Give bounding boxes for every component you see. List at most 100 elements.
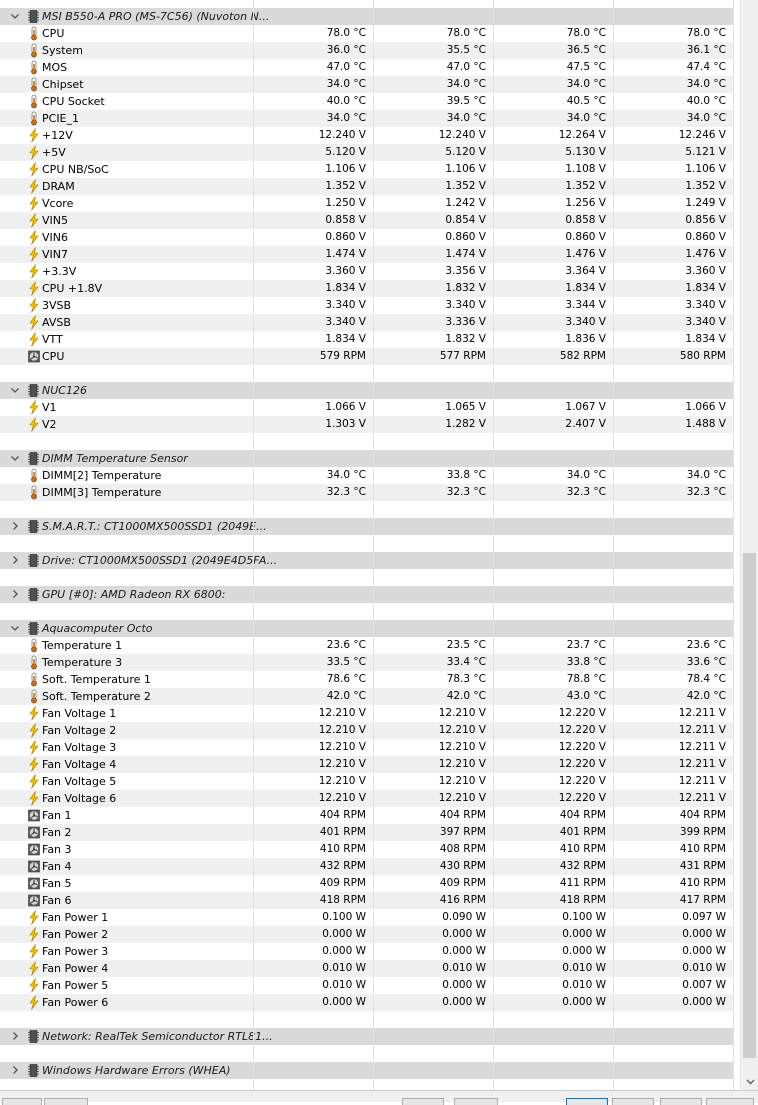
sensor-row[interactable]: 3VSB 3.340 V 3.340 V 3.344 V 3.340 V <box>0 297 734 314</box>
lightning-icon <box>28 910 40 925</box>
lightning-icon <box>28 332 40 347</box>
expand-chevron-icon[interactable] <box>9 1030 21 1042</box>
sensor-row[interactable]: Fan Voltage 3 12.210 V 12.210 V 12.220 V 12.… <box>0 739 734 756</box>
sensor-row[interactable]: PCIE_1 34.0 °C 34.0 °C 34.0 °C 34.0 °C <box>0 110 734 127</box>
sensor-current-value: 401 RPM <box>319 826 366 838</box>
thermometer-icon <box>28 672 40 687</box>
sensor-row[interactable]: CPU Socket 40.0 °C 39.5 °C 40.5 °C 40.0 °C <box>0 93 734 110</box>
sensor-row[interactable]: System 36.0 °C 35.5 °C 36.5 °C 36.1 °C <box>0 42 734 59</box>
sensor-max-value: 12.220 V <box>558 758 606 770</box>
column-divider <box>493 0 494 1090</box>
status-button[interactable] <box>402 1098 444 1105</box>
sensor-row[interactable]: VTT 1.834 V 1.832 V 1.836 V 1.834 V <box>0 331 734 348</box>
sensor-row[interactable]: Fan 2 401 RPM 397 RPM 401 RPM 399 RPM <box>0 824 734 841</box>
sensor-group-header[interactable]: Aquacomputer Octo <box>0 620 734 637</box>
sensor-tree[interactable]: MSI B550-A PRO (MS-7C56) (Nuvoton N... CP… <box>0 0 740 1090</box>
sensor-row[interactable]: +12V 12.240 V 12.240 V 12.264 V 12.246 V <box>0 127 734 144</box>
sensor-max-value: 0.000 W <box>562 996 606 1008</box>
sensor-max-value: 34.0 °C <box>566 469 606 481</box>
sensor-average-value: 78.0 °C <box>686 27 726 39</box>
sensor-group-header[interactable]: MSI B550-A PRO (MS-7C56) (Nuvoton N... <box>0 8 734 25</box>
sensor-row[interactable]: Fan 4 432 RPM 430 RPM 432 RPM 431 RPM <box>0 858 734 875</box>
sensor-row[interactable]: Chipset 34.0 °C 34.0 °C 34.0 °C 34.0 °C <box>0 76 734 93</box>
sensor-row[interactable]: Temperature 3 33.5 °C 33.4 °C 33.8 °C 33.6 °… <box>0 654 734 671</box>
sensor-row[interactable]: Fan Power 5 0.010 W 0.000 W 0.010 W 0.007 W <box>0 977 734 994</box>
sensor-row[interactable]: Fan 3 410 RPM 408 RPM 410 RPM 410 RPM <box>0 841 734 858</box>
sensor-row[interactable]: MOS 47.0 °C 47.0 °C 47.5 °C 47.4 °C <box>0 59 734 76</box>
status-button[interactable] <box>612 1098 654 1105</box>
sensor-group-header[interactable]: S.M.A.R.T.: CT1000MX500SSD1 (2049E... <box>0 518 734 535</box>
sensor-average-value: 410 RPM <box>679 843 726 855</box>
status-button[interactable] <box>2 1098 42 1105</box>
status-button[interactable] <box>660 1098 702 1105</box>
status-button[interactable] <box>706 1098 754 1105</box>
sensor-row[interactable]: Fan 6 418 RPM 416 RPM 418 RPM 417 RPM <box>0 892 734 909</box>
sensor-row[interactable]: Fan Voltage 4 12.210 V 12.210 V 12.220 V 12.… <box>0 756 734 773</box>
sensor-current-value: 409 RPM <box>319 877 366 889</box>
sensor-row[interactable]: Fan Voltage 1 12.210 V 12.210 V 12.220 V 12.… <box>0 705 734 722</box>
sensor-row[interactable]: Fan 1 404 RPM 404 RPM 404 RPM 404 RPM <box>0 807 734 824</box>
vertical-scrollbar[interactable] <box>740 0 758 1090</box>
sensor-row[interactable]: VIN7 1.474 V 1.474 V 1.476 V 1.476 V <box>0 246 734 263</box>
sensor-max-value: 43.0 °C <box>566 690 606 702</box>
sensor-row[interactable]: Fan Voltage 5 12.210 V 12.210 V 12.220 V 12.… <box>0 773 734 790</box>
sensor-row[interactable]: Fan Power 2 0.000 W 0.000 W 0.000 W 0.000 W <box>0 926 734 943</box>
sensor-row[interactable]: +5V 5.120 V 5.120 V 5.130 V 5.121 V <box>0 144 734 161</box>
collapse-chevron-icon[interactable] <box>9 622 21 634</box>
sensor-average-value: 47.4 °C <box>686 61 726 73</box>
collapse-chevron-icon[interactable] <box>9 452 21 464</box>
expand-chevron-icon[interactable] <box>9 520 21 532</box>
status-button[interactable] <box>44 1098 88 1105</box>
sensor-row[interactable]: Fan Power 1 0.100 W 0.090 W 0.100 W 0.097 W <box>0 909 734 926</box>
collapse-chevron-icon[interactable] <box>9 10 21 22</box>
sensor-row[interactable]: Fan Voltage 6 12.210 V 12.210 V 12.220 V 12.… <box>0 790 734 807</box>
sensor-row[interactable]: Vcore 1.250 V 1.242 V 1.256 V 1.249 V <box>0 195 734 212</box>
sensor-row[interactable]: Fan Power 3 0.000 W 0.000 W 0.000 W 0.000 W <box>0 943 734 960</box>
sensor-row[interactable]: V1 1.066 V 1.065 V 1.067 V 1.066 V <box>0 399 734 416</box>
sensor-row[interactable]: VIN6 0.860 V 0.860 V 0.860 V 0.860 V <box>0 229 734 246</box>
sensor-row[interactable]: VIN5 0.858 V 0.854 V 0.858 V 0.856 V <box>0 212 734 229</box>
sensor-average-value: 0.010 W <box>682 962 726 974</box>
expand-chevron-icon[interactable] <box>9 1064 21 1076</box>
sensor-min-value: 78.0 °C <box>446 27 486 39</box>
sensor-row[interactable]: CPU +1.8V 1.834 V 1.832 V 1.834 V 1.834 V <box>0 280 734 297</box>
sensor-current-value: 1.834 V <box>325 333 366 345</box>
sensor-row[interactable]: Temperature 1 23.6 °C 23.5 °C 23.7 °C 23.6 °… <box>0 637 734 654</box>
sensor-group-header[interactable]: NUC126 <box>0 382 734 399</box>
scroll-down-arrow-icon[interactable] <box>741 1074 758 1090</box>
sensor-row[interactable]: DIMM[3] Temperature 32.3 °C 32.3 °C 32.3 °C… <box>0 484 734 501</box>
sensor-row[interactable]: +3.3V 3.360 V 3.356 V 3.364 V 3.360 V <box>0 263 734 280</box>
sensor-row[interactable]: V2 1.303 V 1.282 V 2.407 V 1.488 V <box>0 416 734 433</box>
sensor-group-header[interactable]: Windows Hardware Errors (WHEA) <box>0 1062 734 1079</box>
sensor-row[interactable]: CPU 78.0 °C 78.0 °C 78.0 °C 78.0 °C <box>0 25 734 42</box>
sensor-row[interactable]: Soft. Temperature 1 78.6 °C 78.3 °C 78.8 °C… <box>0 671 734 688</box>
sensor-average-value: 1.352 V <box>685 180 726 192</box>
sensor-group-header[interactable]: DIMM Temperature Sensor <box>0 450 734 467</box>
sensor-row[interactable]: Fan 5 409 RPM 409 RPM 411 RPM 410 RPM <box>0 875 734 892</box>
sensor-average-value: 0.000 W <box>682 945 726 957</box>
status-button-active[interactable] <box>566 1098 608 1105</box>
sensor-row[interactable]: CPU 579 RPM 577 RPM 582 RPM 580 RPM <box>0 348 734 365</box>
scrollbar-thumb[interactable] <box>743 553 756 1058</box>
sensor-row[interactable]: Fan Voltage 2 12.210 V 12.210 V 12.220 V 12.… <box>0 722 734 739</box>
expand-chevron-icon[interactable] <box>9 588 21 600</box>
sensor-min-value: 1.106 V <box>445 163 486 175</box>
sensor-row[interactable]: DRAM 1.352 V 1.352 V 1.352 V 1.352 V <box>0 178 734 195</box>
sensor-row[interactable]: Fan Power 6 0.000 W 0.000 W 0.000 W 0.000 W <box>0 994 734 1011</box>
sensor-group-header[interactable]: Network: RealTek Semiconductor RTL81... <box>0 1028 734 1045</box>
sensor-min-value: 1.352 V <box>445 180 486 192</box>
sensor-row[interactable]: CPU NB/SoC 1.106 V 1.106 V 1.108 V 1.106 V <box>0 161 734 178</box>
sensor-row[interactable]: DIMM[2] Temperature 34.0 °C 33.8 °C 34.0 °C… <box>0 467 734 484</box>
status-button[interactable] <box>454 1098 498 1105</box>
expand-chevron-icon[interactable] <box>9 554 21 566</box>
sensor-group-header[interactable]: Drive: CT1000MX500SSD1 (2049E4D5FA... <box>0 552 734 569</box>
sensor-row[interactable]: Soft. Temperature 2 42.0 °C 42.0 °C 43.0 °C… <box>0 688 734 705</box>
sensor-label: Fan Power 1 <box>42 911 109 924</box>
collapse-chevron-icon[interactable] <box>9 384 21 396</box>
sensor-average-value: 410 RPM <box>679 877 726 889</box>
sensor-group-header[interactable]: GPU [#0]: AMD Radeon RX 6800: <box>0 586 734 603</box>
sensor-row[interactable]: AVSB 3.340 V 3.336 V 3.340 V 3.340 V <box>0 314 734 331</box>
sensor-row[interactable]: Fan Power 4 0.010 W 0.010 W 0.010 W 0.010 W <box>0 960 734 977</box>
sensor-current-value: 42.0 °C <box>326 690 366 702</box>
sensor-min-value: 0.854 V <box>445 214 486 226</box>
